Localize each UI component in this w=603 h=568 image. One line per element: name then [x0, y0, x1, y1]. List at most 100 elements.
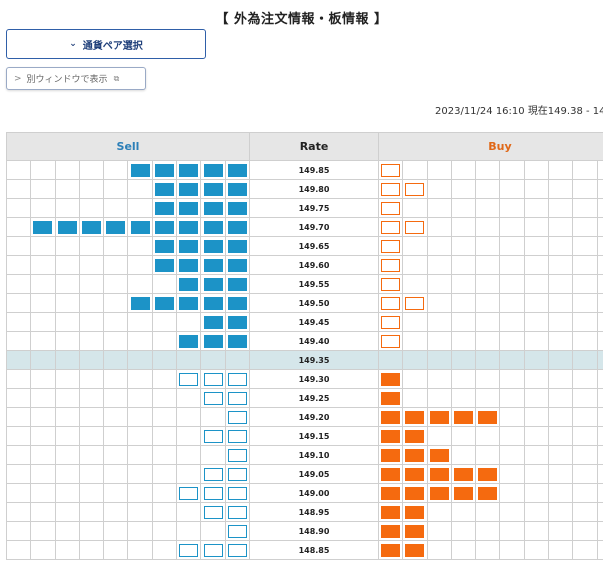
buy-cell	[475, 369, 501, 389]
buy-order-block	[429, 448, 449, 462]
sell-order-block	[154, 296, 174, 310]
sell-cell	[176, 388, 202, 408]
sell-cell	[127, 160, 153, 180]
sell-order-block	[154, 239, 174, 253]
sell-cell	[103, 388, 129, 408]
sell-cell	[176, 255, 202, 275]
rate-cell: 149.00	[249, 483, 379, 503]
buy-cell	[523, 236, 550, 256]
sell-cell	[224, 540, 251, 560]
order-book-board: Sell Rate Buy 149.85 149.80 149.75 149.70 14…	[5, 132, 603, 560]
sell-cell	[176, 312, 202, 332]
sell-cell	[224, 407, 251, 427]
buy-cell	[523, 369, 550, 389]
sell-order-block	[106, 220, 126, 234]
buy-cell	[426, 179, 452, 199]
buy-cell	[402, 521, 428, 541]
sell-cell	[151, 407, 178, 427]
buy-cell	[596, 502, 603, 522]
sell-cell	[5, 388, 32, 408]
currency-pair-select-label: 通貨ペア選択	[82, 40, 143, 52]
buy-cell	[402, 369, 428, 389]
buy-cell	[548, 426, 574, 446]
order-book-row: 148.85	[5, 540, 603, 560]
order-book-row: 149.60	[5, 255, 603, 275]
sell-cell	[30, 369, 56, 389]
sell-cell	[200, 540, 226, 560]
sell-cell	[151, 369, 178, 389]
buy-order-block	[454, 410, 474, 424]
order-book-row: 149.70	[5, 217, 603, 237]
buy-cell	[548, 274, 574, 294]
buy-cell	[402, 217, 428, 237]
sell-cell	[78, 483, 105, 503]
sell-order-block	[227, 543, 247, 557]
sell-cell	[176, 540, 202, 560]
sell-cell	[103, 274, 129, 294]
order-book-row: 149.55	[5, 274, 603, 294]
rate-cell: 149.30	[249, 369, 379, 389]
buy-cell	[596, 388, 603, 408]
sell-cell	[224, 350, 251, 370]
sell-cell	[127, 540, 153, 560]
sell-cell	[103, 483, 129, 503]
buy-cell	[499, 236, 525, 256]
sell-cell	[127, 312, 153, 332]
sell-order-block	[203, 372, 223, 386]
buy-cell	[450, 331, 477, 351]
buy-cell	[402, 293, 428, 313]
sell-cell	[54, 502, 80, 522]
buy-cell	[523, 350, 550, 370]
sell-order-block	[179, 182, 199, 196]
sell-cell	[78, 274, 105, 294]
buy-cell	[499, 217, 525, 237]
buy-cell	[523, 388, 550, 408]
buy-cell	[450, 369, 477, 389]
order-book-table: Sell Rate Buy 149.85 149.80 149.75 149.70 14…	[5, 132, 603, 560]
sell-cell	[151, 445, 178, 465]
buy-cell	[475, 445, 501, 465]
sell-order-block	[203, 182, 223, 196]
buy-cell	[548, 160, 574, 180]
sell-cell	[151, 502, 178, 522]
currency-pair-select-button[interactable]: ⌄ 通貨ペア選択	[6, 29, 206, 59]
buy-order-block	[381, 524, 401, 538]
buy-order-block	[381, 391, 401, 405]
buy-cell	[426, 255, 452, 275]
buy-cell	[596, 445, 603, 465]
sell-cell	[200, 198, 226, 218]
sell-cell	[5, 464, 32, 484]
sell-order-block	[227, 505, 247, 519]
sell-cell	[176, 293, 202, 313]
buy-cell	[499, 388, 525, 408]
buy-order-block	[405, 486, 425, 500]
sell-cell	[54, 350, 80, 370]
sell-cell	[78, 369, 105, 389]
order-book-row: 149.40	[5, 331, 603, 351]
buy-cell	[499, 540, 525, 560]
sell-cell	[54, 293, 80, 313]
sell-cell	[127, 198, 153, 218]
sell-cell	[151, 540, 178, 560]
buy-cell	[475, 388, 501, 408]
buy-cell	[402, 255, 428, 275]
buy-cell	[426, 312, 452, 332]
buy-cell	[426, 369, 452, 389]
open-new-window-button[interactable]: > 別ウィンドウで表示 ⧉	[6, 67, 146, 90]
buy-cell	[475, 293, 501, 313]
sell-cell	[151, 312, 178, 332]
buy-cell	[377, 236, 404, 256]
sell-order-block	[227, 277, 247, 291]
buy-cell	[450, 388, 477, 408]
sell-cell	[30, 464, 56, 484]
buy-order-block	[381, 220, 401, 234]
buy-cell	[596, 274, 603, 294]
buy-cell	[377, 179, 404, 199]
buy-cell	[450, 350, 477, 370]
sell-cell	[103, 350, 129, 370]
buy-cell	[572, 198, 598, 218]
sell-cell	[5, 160, 32, 180]
buy-cell	[426, 464, 452, 484]
chevron-right-icon: >	[14, 73, 22, 84]
sell-cell	[200, 331, 226, 351]
